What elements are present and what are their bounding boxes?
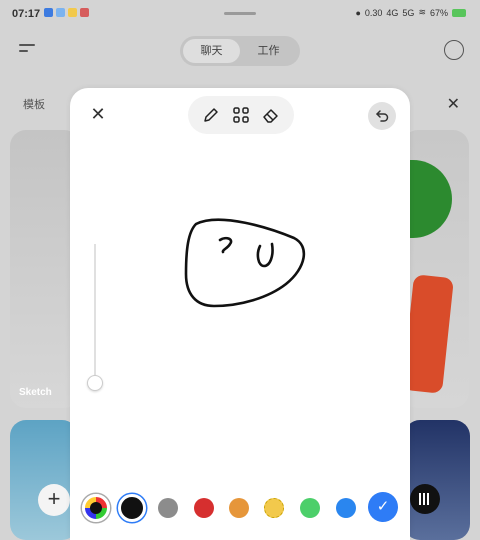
swatch-red[interactable] — [194, 498, 214, 518]
status-right: ● 0.30 4G 5G ≋ 67% — [355, 7, 466, 18]
mic-icon: ● — [355, 7, 361, 18]
brush-size-thumb[interactable] — [87, 375, 103, 391]
swatch-green[interactable] — [300, 498, 320, 518]
tab-chat[interactable]: 聊天 — [183, 39, 240, 63]
undo-icon — [376, 110, 389, 122]
confirm-button[interactable]: ✓ — [368, 492, 398, 522]
new-chat-icon[interactable] — [444, 40, 464, 60]
swatch-blue[interactable] — [336, 498, 356, 518]
signal-2: 5G — [402, 7, 415, 18]
drawing-toolbar — [188, 96, 294, 134]
pencil-icon[interactable] — [200, 104, 222, 126]
drawing-canvas[interactable] — [70, 140, 410, 480]
drawing-panel: ✕ ✓ — [70, 88, 410, 540]
templates-close-icon[interactable]: ✕ — [447, 94, 460, 114]
eraser-icon[interactable] — [260, 104, 282, 126]
swatch-yellow[interactable] — [264, 498, 284, 518]
voice-icon[interactable] — [410, 484, 440, 514]
signal-1: 4G — [386, 7, 399, 18]
templates-label: 模板 — [23, 99, 45, 111]
swatch-gray[interactable] — [158, 498, 178, 518]
tab-work[interactable]: 工作 — [240, 39, 297, 63]
status-app-icons — [44, 8, 89, 17]
battery-icon — [452, 8, 466, 17]
sketch-mouth-stroke — [256, 242, 274, 268]
template-card-anime[interactable] — [10, 420, 78, 540]
status-time: 07:17 — [12, 8, 41, 20]
add-button[interactable]: + — [38, 484, 70, 516]
template-card-label: Sketch — [19, 387, 52, 398]
wifi-icon: ≋ — [418, 7, 426, 17]
mode-switch: 聊天 工作 — [180, 36, 300, 66]
sketch-blob-stroke — [184, 218, 306, 308]
brush-size-slider[interactable] — [94, 244, 96, 384]
swatch-black[interactable] — [118, 494, 146, 522]
battery-percent: 67% — [429, 7, 448, 18]
net-speed: 0.30 — [364, 7, 383, 18]
shapes-icon[interactable] — [230, 104, 252, 126]
template-card-dark[interactable] — [404, 420, 470, 540]
undo-button[interactable] — [368, 102, 396, 130]
status-bar: 07:17 ● 0.30 4G 5G ≋ 67% — [0, 0, 480, 28]
close-icon[interactable]: ✕ — [88, 104, 108, 124]
swatch-rainbow[interactable] — [82, 494, 110, 522]
swatch-orange[interactable] — [229, 498, 249, 518]
menu-icon[interactable] — [16, 40, 38, 62]
drag-handle — [224, 12, 256, 15]
color-palette: ✓ — [82, 492, 400, 522]
sketch-eye-stroke — [218, 236, 233, 254]
